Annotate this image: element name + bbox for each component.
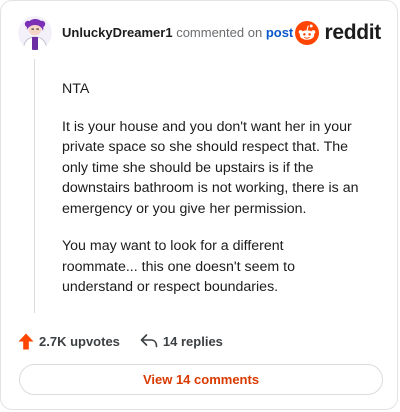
upvote-count: 2.7K upvotes [39, 333, 120, 349]
reply-count: 14 replies [162, 333, 223, 349]
comment-body: NTA It is your house and you don't want … [62, 79, 362, 315]
comment-paragraph: NTA [62, 81, 90, 97]
action-text: commented on [176, 25, 263, 40]
avatar[interactable] [18, 16, 52, 50]
reddit-logo-icon [295, 21, 320, 45]
upvote-button[interactable]: 2.7K upvotes [18, 333, 120, 350]
comment-card: UnluckyDreamer1 commented on post reddit… [0, 0, 398, 410]
avatar-icon [18, 16, 52, 50]
comment-header: UnluckyDreamer1 commented on post reddit [18, 15, 381, 51]
view-comments-button[interactable]: View 14 comments [19, 364, 383, 395]
brand-name: reddit [324, 21, 381, 44]
thread-line [34, 59, 35, 313]
comment-actions: 2.7K upvotes 14 replies [18, 331, 223, 351]
upvote-arrow-icon [18, 333, 34, 349]
header-text: UnluckyDreamer1 commented on post [62, 25, 293, 41]
reply-arrow-icon [140, 334, 158, 348]
username-link[interactable]: UnluckyDreamer1 [62, 25, 173, 40]
post-link[interactable]: post [266, 25, 293, 40]
reddit-brand[interactable]: reddit [295, 21, 381, 45]
comment-paragraph: You may want to look for a different roo… [62, 238, 295, 295]
comment-paragraph: It is your house and you don't want her … [62, 118, 359, 217]
replies-button[interactable]: 14 replies [140, 333, 223, 349]
